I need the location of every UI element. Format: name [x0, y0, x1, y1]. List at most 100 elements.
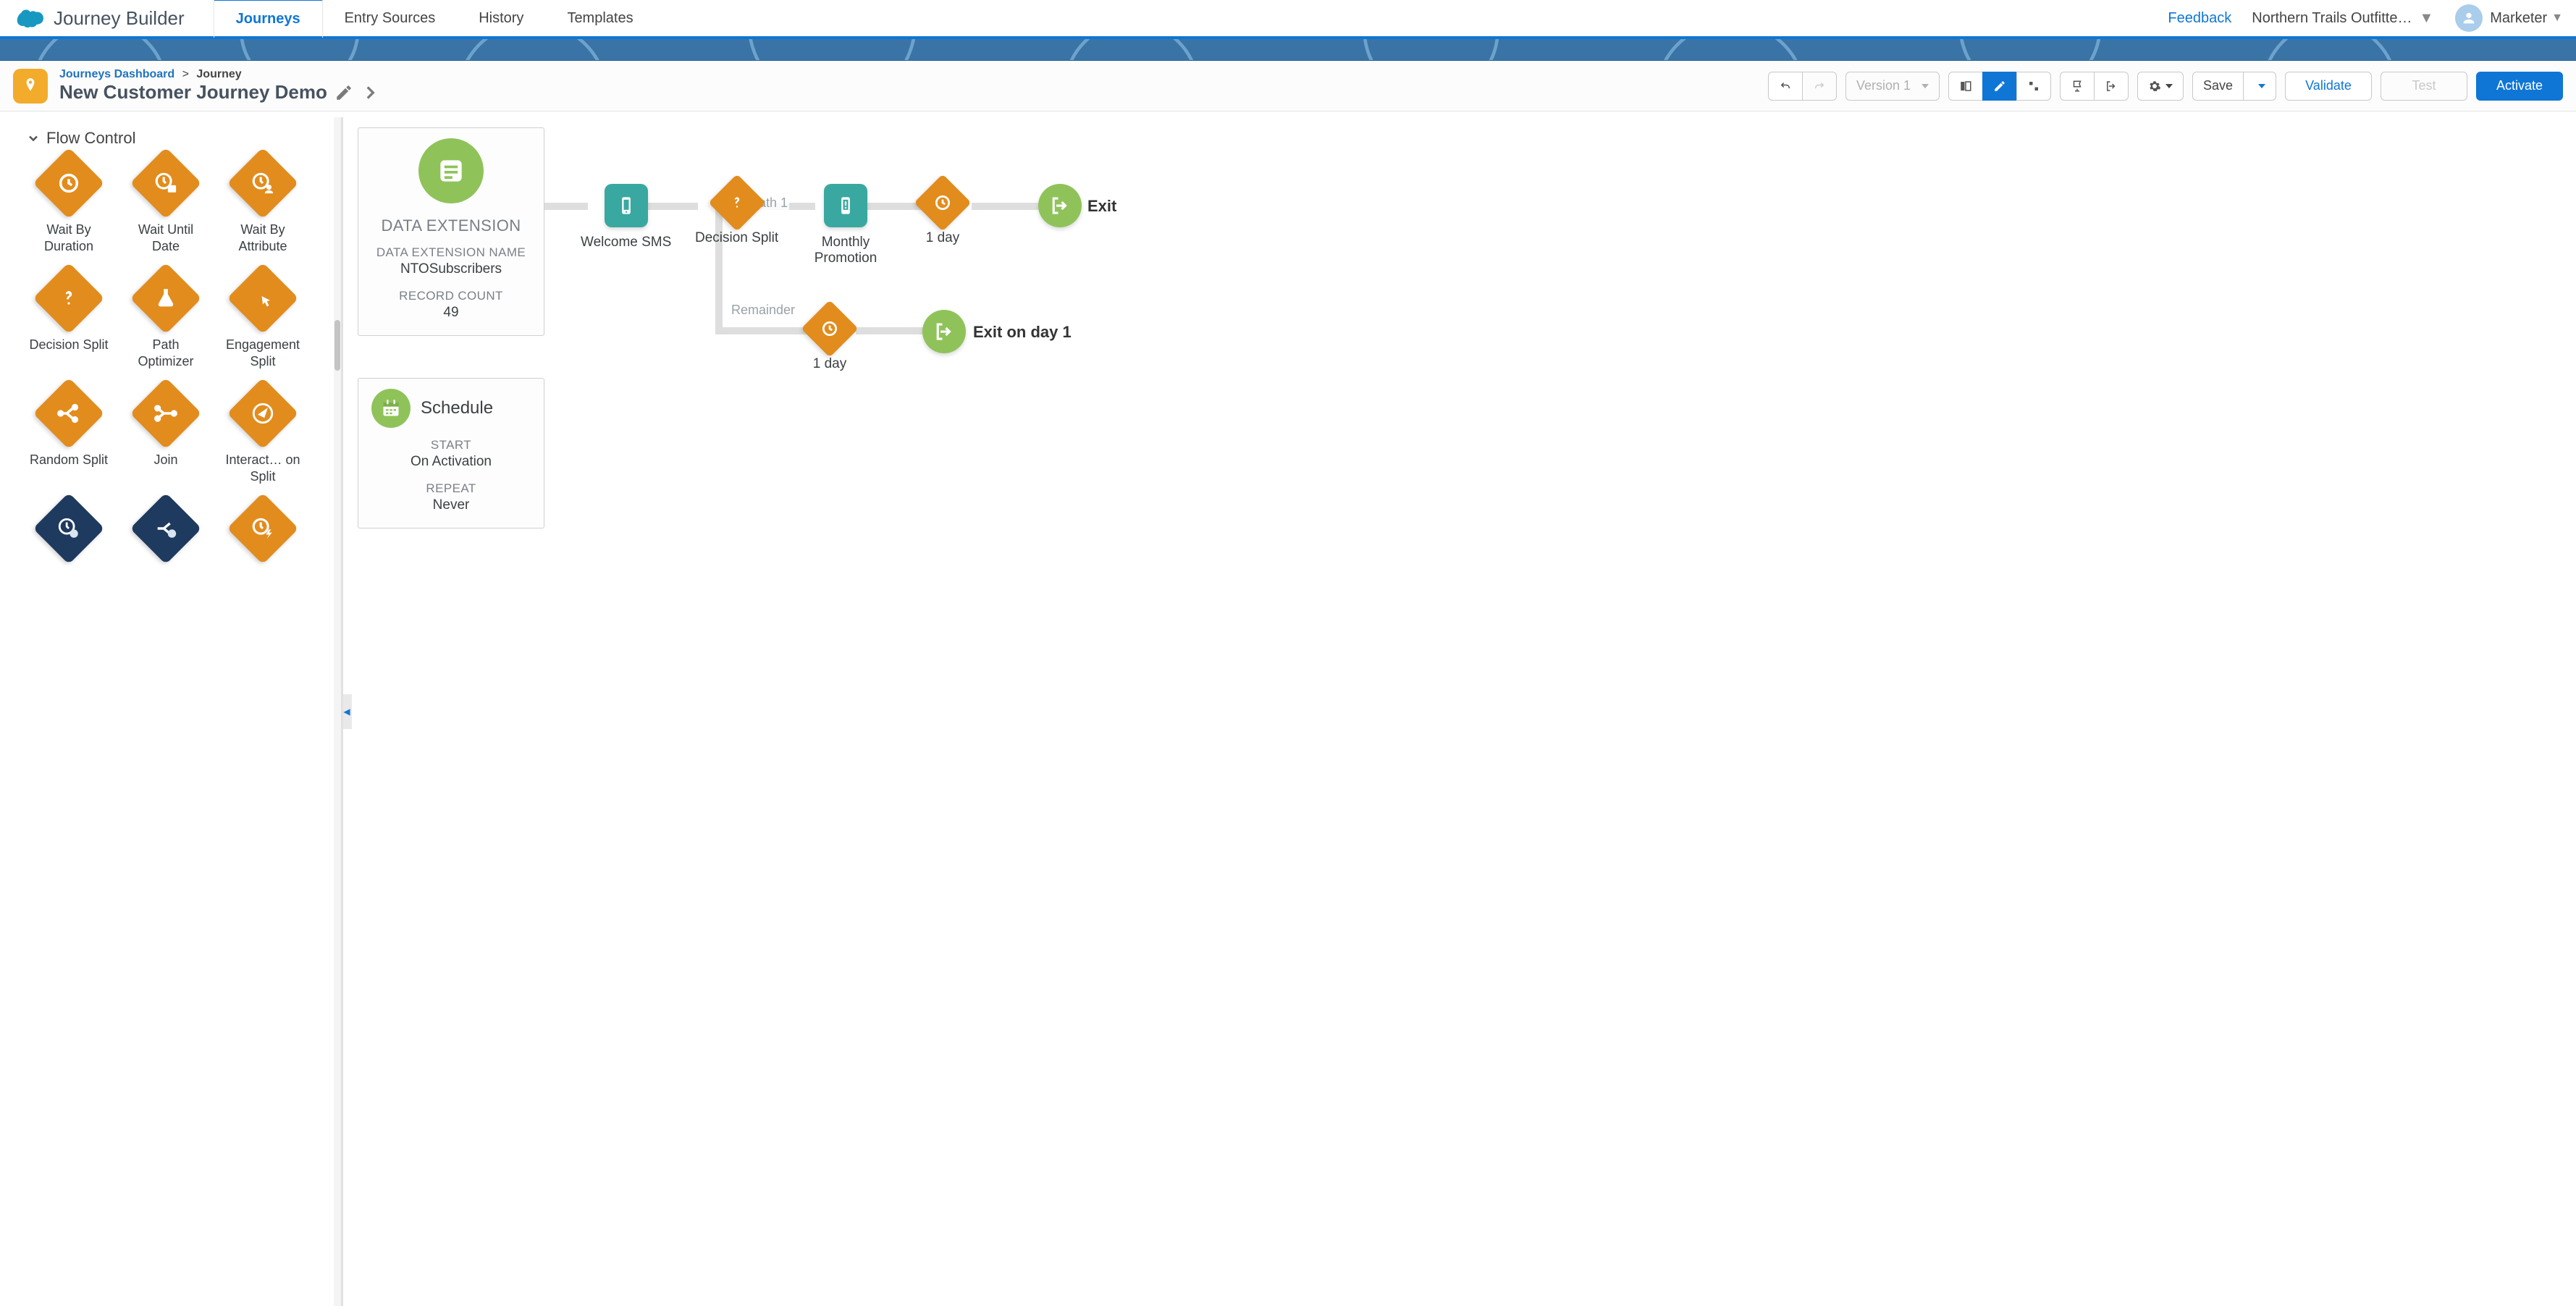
tool-question[interactable]: Decision Split [26, 273, 111, 369]
einstein-icon [33, 493, 105, 565]
goal-button[interactable] [2060, 72, 2095, 101]
canvas-edge [856, 327, 925, 334]
edit-mode-button[interactable] [1982, 72, 2017, 101]
salesforce-cloud-icon [13, 7, 43, 29]
canvas-edge [715, 327, 812, 334]
user-name: Marketer [2490, 10, 2547, 27]
join-icon [130, 378, 202, 450]
decorative-band [0, 39, 2576, 61]
tool-clock-bolt[interactable] [220, 503, 306, 599]
compass-icon [227, 378, 299, 450]
nav-tab-entry-sources[interactable]: Entry Sources [323, 0, 458, 38]
user-menu[interactable]: Marketer ▼ [2455, 4, 2563, 32]
save-button[interactable]: Save [2192, 72, 2244, 101]
save-options-button[interactable] [2243, 72, 2276, 101]
sidebar-scrollbar[interactable] [334, 117, 341, 1306]
chevron-down-icon [1922, 84, 1929, 88]
exit-criteria-button[interactable] [2094, 72, 2129, 101]
split-icon [33, 378, 105, 450]
nav-tab-journeys[interactable]: Journeys [214, 0, 323, 38]
chevron-right-icon[interactable] [361, 83, 379, 102]
tool-click[interactable]: Engagement Split [220, 273, 306, 369]
section-flow-control[interactable]: Flow Control [26, 129, 331, 148]
tool-beaker[interactable]: Path Optimizer [123, 273, 209, 369]
node-decision-split[interactable]: Decision Split [695, 182, 778, 246]
entry-source-card[interactable]: DATA EXTENSION DATA EXTENSION NAME NTOSu… [358, 127, 544, 336]
tool-einstein2[interactable] [123, 503, 209, 599]
feedback-link[interactable]: Feedback [2168, 10, 2231, 27]
data-extension-icon [418, 138, 484, 203]
avatar-icon [2455, 4, 2483, 32]
page-title: New Customer Journey Demo [59, 81, 327, 104]
validate-button[interactable]: Validate [2285, 72, 2372, 101]
pencil-icon[interactable] [334, 83, 353, 102]
node-exit-top-label: Exit [1087, 197, 1116, 216]
breadcrumb: Journeys Dashboard > Journey [59, 68, 379, 81]
clock-bolt-icon [227, 493, 299, 565]
tool-compass[interactable]: Interact… on Split [220, 388, 306, 484]
chevron-down-icon [26, 131, 41, 146]
beaker-icon [130, 263, 202, 334]
tool-join[interactable]: Join [123, 388, 209, 484]
sms-alert-icon [824, 184, 867, 227]
business-unit-label: Northern Trails Outfitte… [2252, 10, 2412, 27]
node-wait-1day-top[interactable]: 1 day [922, 182, 963, 246]
version-dropdown[interactable]: Version 1 [1845, 72, 1940, 101]
node-wait-1day-bottom[interactable]: 1 day [809, 308, 850, 372]
workspace: Flow Control Wait By DurationWait Until … [0, 117, 2576, 1306]
nav-tab-history[interactable]: History [457, 0, 545, 38]
journey-badge-icon [13, 69, 48, 104]
collapse-sidebar-handle[interactable]: ◀ [343, 694, 352, 729]
top-nav: Journey Builder Journeys Entry Sources H… [0, 0, 2576, 39]
compact-view-button[interactable] [2016, 72, 2051, 101]
activate-button[interactable]: Activate [2476, 72, 2563, 101]
business-unit-dropdown[interactable]: Northern Trails Outfitte… ▼ [2252, 10, 2433, 27]
schedule-heading: Schedule [421, 398, 493, 418]
view-mode-group [1948, 72, 2051, 101]
node-exit-bottom-label: Exit on day 1 [973, 323, 1072, 342]
exit-icon [922, 310, 966, 353]
chevron-down-icon: ▼ [2551, 12, 2563, 25]
tool-einstein[interactable] [26, 503, 111, 599]
clock-icon [914, 174, 971, 231]
node-welcome-sms[interactable]: Welcome SMS [581, 184, 671, 250]
test-button[interactable]: Test [2381, 72, 2467, 101]
clock-user-icon [227, 148, 299, 219]
chevron-down-icon [2258, 84, 2265, 88]
node-monthly-promotion[interactable]: Monthly Promotion [809, 184, 882, 266]
exit-icon [1038, 184, 1082, 227]
goal-exit-group [2060, 72, 2129, 101]
breadcrumb-root[interactable]: Journeys Dashboard [59, 68, 174, 80]
undo-redo-group [1768, 72, 1837, 101]
tool-clock-cal[interactable]: Wait Until Date [123, 158, 209, 254]
node-exit-top[interactable] [1038, 184, 1082, 227]
question-icon [708, 174, 765, 231]
redo-button[interactable] [1802, 72, 1837, 101]
node-exit-bottom[interactable] [922, 310, 966, 353]
tool-clock[interactable]: Wait By Duration [26, 158, 111, 254]
tool-split[interactable]: Random Split [26, 388, 111, 484]
sms-icon [605, 184, 648, 227]
chevron-down-icon [2165, 84, 2173, 88]
nav-tab-templates[interactable]: Templates [545, 0, 654, 38]
activity-sidebar: Flow Control Wait By DurationWait Until … [0, 117, 343, 1306]
question-icon [33, 263, 105, 334]
clock-icon [33, 148, 105, 219]
schedule-card[interactable]: Schedule START On Activation REPEAT Neve… [358, 378, 544, 528]
journey-canvas[interactable]: ◀ DATA EXTENSION DATA EXTENSION NAME NTO… [343, 117, 2576, 1306]
app-title: Journey Builder [54, 7, 185, 30]
clock-icon [801, 300, 858, 357]
breadcrumb-current: Journey [196, 68, 241, 80]
settings-menu[interactable] [2137, 72, 2184, 101]
panel-view-button[interactable] [1948, 72, 1983, 101]
path-label: Remainder [730, 303, 792, 318]
save-group: Save [2192, 72, 2276, 101]
undo-button[interactable] [1768, 72, 1803, 101]
clock-cal-icon [130, 148, 202, 219]
chevron-down-icon: ▼ [2419, 10, 2433, 27]
click-icon [227, 263, 299, 334]
calendar-icon [371, 389, 411, 428]
tool-clock-user[interactable]: Wait By Attribute [220, 158, 306, 254]
einstein2-icon [130, 493, 202, 565]
action-bar: Journeys Dashboard > Journey New Custome… [0, 61, 2576, 111]
